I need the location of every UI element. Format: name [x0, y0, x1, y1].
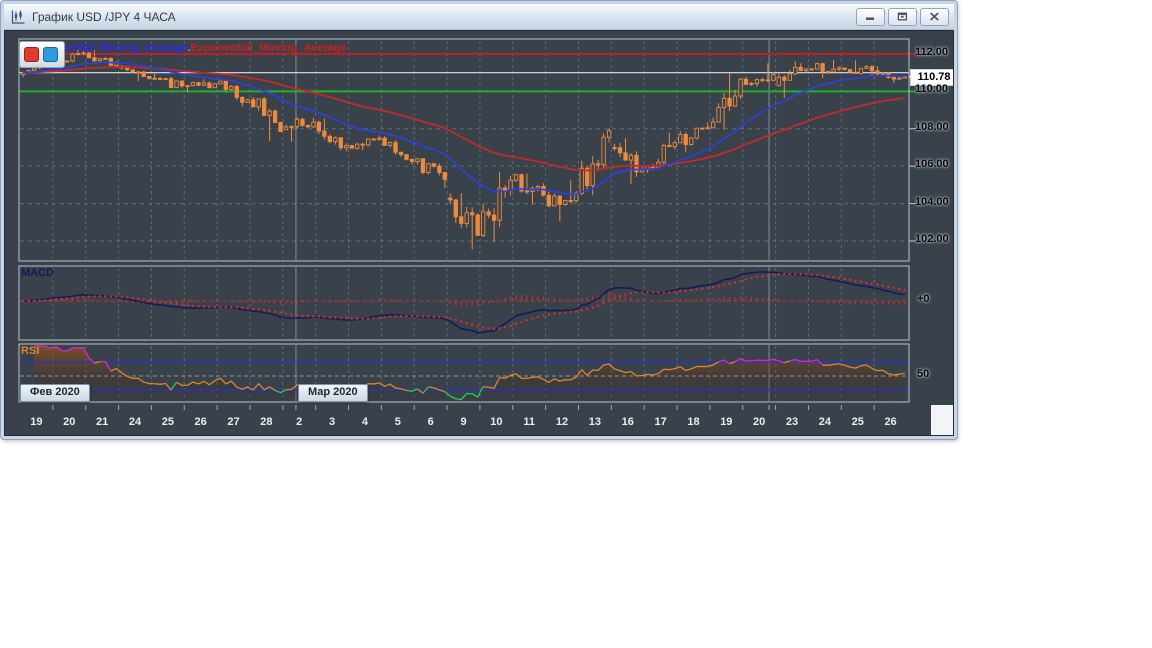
month-marker: Мар 2020 [297, 384, 368, 402]
price-axis-label: 106.00 [915, 158, 949, 171]
level-lines [19, 52, 917, 93]
window-controls [856, 7, 949, 26]
price-axis-label: 102.00 [915, 232, 949, 245]
macd-zero-axis-label: +0 [917, 293, 930, 305]
close-icon [929, 12, 939, 21]
time-axis-label: 27 [227, 416, 240, 428]
minimize-icon [866, 17, 874, 20]
time-axis-label: 26 [194, 416, 207, 428]
time-axis-label: 26 [884, 416, 897, 428]
time-axis-label: 4 [361, 416, 368, 428]
time-axis-label: 5 [394, 416, 401, 428]
time-axis-label: 17 [654, 416, 667, 428]
time-axis-label: 20 [753, 416, 766, 428]
price-axis-label: 108.00 [915, 120, 949, 133]
minimize-button[interactable] [856, 7, 885, 26]
time-axis-label: 13 [588, 416, 602, 428]
ema-overlays [23, 61, 905, 195]
time-axis-label: 24 [818, 416, 831, 428]
time-axis-label: 16 [621, 416, 634, 428]
chart-client-area: ential_Moving_Average.Exponential_Moving… [4, 30, 954, 436]
grid-layer [20, 40, 916, 410]
restore-icon [897, 12, 908, 21]
candles-layer [21, 49, 907, 250]
time-axis-label: 28 [260, 416, 273, 428]
rsi-50-axis-label: 50 [917, 368, 930, 380]
time-axis-label: 19 [720, 416, 733, 428]
blue-square-button[interactable] [43, 47, 58, 62]
red-square-button[interactable] [24, 47, 39, 62]
time-axis-label: 21 [96, 416, 109, 428]
axis-corner [931, 405, 953, 435]
window-title: График USD /JPY 4 ЧАСА [32, 9, 176, 24]
month-marker: Фев 2020 [20, 384, 90, 402]
time-axis-label: 25 [161, 416, 174, 428]
chart-window: График USD /JPY 4 ЧАСА ential_Moving_Ave… [0, 0, 958, 440]
maximize-button[interactable] [888, 7, 917, 26]
time-axis-label: 23 [785, 416, 799, 428]
window-titlebar[interactable]: График USD /JPY 4 ЧАСА [4, 4, 954, 30]
time-axis-label: 3 [329, 416, 336, 428]
time-axis-label: 25 [851, 416, 864, 428]
ema-red-legend-label[interactable]: Exponential_Moving_Average [191, 42, 347, 54]
close-button[interactable] [920, 7, 949, 26]
time-axis-label: 12 [555, 416, 569, 428]
time-axis-label: 24 [128, 416, 142, 428]
candlestick-chart-icon [9, 9, 27, 25]
rsi-panel-label: RSI [21, 345, 40, 357]
chart-canvas[interactable] [5, 31, 953, 435]
time-axis-label: 20 [63, 416, 76, 428]
time-axis-label: 19 [30, 416, 43, 428]
price-axis-label: 112.00 [915, 45, 949, 58]
time-axis-label: 18 [687, 416, 700, 428]
price-axis-label: 104.00 [915, 195, 949, 208]
ema-fast-blue-line [23, 61, 905, 195]
time-axis-label: 2 [296, 416, 303, 428]
time-axis-label: 10 [490, 416, 503, 428]
macd-layer [22, 271, 906, 334]
indicator-legend[interactable]: ential_Moving_Average.Exponential_Moving… [65, 42, 347, 54]
rsi-layer [20, 345, 908, 401]
rsi-fill [34, 346, 905, 401]
time-axis-label: 6 [427, 416, 434, 428]
time-axis-label: 11 [523, 416, 536, 428]
ema-blue-legend-label[interactable]: ential_Moving_Average [65, 42, 187, 54]
time-axis-label: 9 [460, 416, 467, 428]
macd-line [23, 271, 905, 334]
price-axis-label: 110.00 [915, 83, 949, 96]
macd-panel-label: MACD [21, 267, 54, 279]
ema-slow-red-line [23, 66, 905, 172]
chart-toolbar [19, 41, 65, 68]
